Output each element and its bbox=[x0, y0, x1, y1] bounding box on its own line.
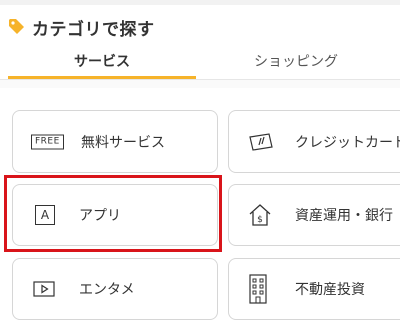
section-header: カテゴリで探す bbox=[8, 14, 155, 40]
tag-icon bbox=[8, 18, 26, 36]
svg-text:$: $ bbox=[257, 215, 263, 225]
free-badge-icon: FREE bbox=[31, 134, 64, 149]
building-icon bbox=[247, 274, 269, 304]
category-label: 不動産投資 bbox=[295, 282, 365, 298]
top-strip bbox=[0, 0, 400, 5]
category-card-real-estate[interactable]: 不動産投資 bbox=[228, 258, 400, 320]
selection-highlight bbox=[4, 175, 222, 252]
category-card-asset-bank[interactable]: $ 資産運用・銀行 bbox=[228, 184, 400, 246]
category-label: エンタメ bbox=[79, 282, 135, 298]
tab-shopping[interactable]: ショッピング bbox=[200, 42, 392, 80]
section-gap bbox=[0, 80, 400, 88]
play-icon bbox=[33, 281, 55, 297]
credit-card-icon bbox=[247, 132, 275, 152]
category-card-credit-card[interactable]: クレジットカード bbox=[228, 110, 400, 173]
category-label: クレジットカード bbox=[295, 134, 400, 151]
category-card-free-service[interactable]: FREE 無料サービス bbox=[12, 110, 218, 173]
category-label: 資産運用・銀行 bbox=[295, 208, 393, 224]
category-card-entertainment[interactable]: エンタメ bbox=[12, 258, 218, 320]
tab-service[interactable]: サービス bbox=[8, 42, 196, 80]
category-label: 無料サービス bbox=[81, 134, 165, 151]
bank-house-icon: $ bbox=[247, 202, 273, 228]
section-title: カテゴリで探す bbox=[32, 19, 155, 40]
